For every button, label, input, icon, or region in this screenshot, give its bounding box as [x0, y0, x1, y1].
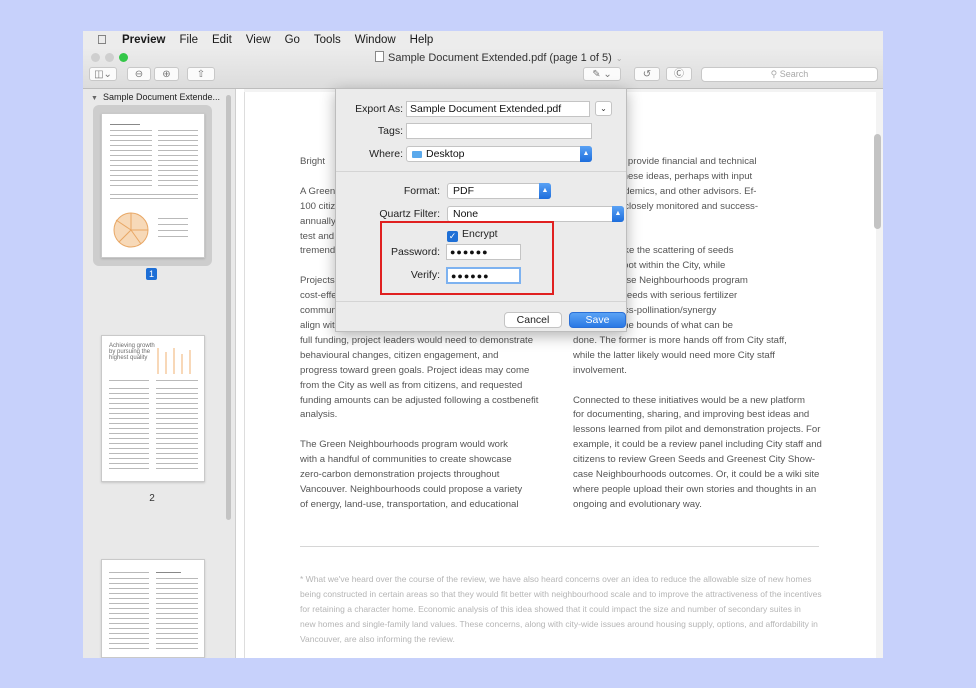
quartz-filter-label: Quartz Filter: [379, 208, 440, 220]
document-scrollbar[interactable] [874, 134, 881, 229]
page-1-thumbnail[interactable] [101, 113, 205, 258]
encrypt-checkbox[interactable]: ✓ Encrypt [447, 228, 498, 242]
zoom-window-button[interactable] [119, 53, 128, 62]
zoom-out-button[interactable]: ⊖ [127, 67, 151, 81]
quartz-filter-value: None [453, 208, 479, 220]
pie-chart-icon [113, 212, 149, 248]
menu-go[interactable]: Go [285, 34, 300, 46]
footnote-text: * What we've heard over the course of th… [300, 574, 822, 644]
bar-chart-icon [157, 348, 191, 374]
sidebar-icon: ◫⌄ [94, 69, 112, 80]
sidebar-scrollbar[interactable] [226, 95, 231, 520]
thumbnail-sidebar: ▼ Sample Document Extende... 1 Achieving… [83, 89, 236, 658]
cancel-button[interactable]: Cancel [504, 312, 562, 328]
disclosure-triangle-icon[interactable]: ▼ [91, 95, 98, 102]
where-popup[interactable]: Desktop ▲ [406, 146, 592, 162]
menu-app-name[interactable]: Preview [122, 34, 165, 46]
window-title: Sample Document Extended.pdf (page 1 of … [375, 51, 623, 64]
password-label: Password: [390, 246, 440, 258]
where-value: Desktop [426, 148, 465, 160]
page-2-thumbnail[interactable]: Achieving growth by pursuing the highest… [101, 335, 205, 482]
pdf-file-icon [375, 51, 384, 62]
sidebar-doc-title[interactable]: ▼ Sample Document Extende... [91, 92, 220, 102]
menu-file[interactable]: File [179, 34, 198, 46]
quartz-filter-popup[interactable]: None ▲ [447, 206, 624, 222]
encrypt-label: Encrypt [462, 228, 498, 240]
window-title-text: Sample Document Extended.pdf (page 1 of … [388, 52, 612, 64]
chevron-down-icon: ⌄ [600, 104, 607, 113]
markup-toolbar-button[interactable]: Ⓒ [666, 67, 692, 81]
verify-field[interactable]: ●●●●●● [446, 267, 521, 284]
thumb2-heading: Achieving growth by pursuing the highest… [109, 343, 155, 361]
export-as-label: Export As: [355, 103, 403, 115]
menu-bar:  Preview File Edit View Go Tools Window… [83, 31, 883, 48]
folder-icon [412, 151, 422, 158]
save-button[interactable]: Save [569, 312, 626, 328]
export-as-field[interactable]: Sample Document Extended.pdf [406, 101, 590, 117]
menu-window[interactable]: Window [355, 34, 396, 46]
share-button[interactable]: ⇧ [187, 67, 215, 81]
sidebar-toggle-button[interactable]: ◫⌄ [89, 67, 117, 81]
apple-icon[interactable]:  [97, 32, 111, 47]
format-value: PDF [453, 185, 474, 197]
zoom-in-button[interactable]: ⊕ [154, 67, 179, 81]
verify-label: Verify: [410, 269, 440, 281]
page-3-thumbnail[interactable] [101, 559, 205, 658]
search-placeholder: Search [779, 69, 809, 79]
format-label: Format: [403, 185, 440, 197]
popup-arrows-icon: ▲ [580, 146, 592, 162]
export-dialog: Export As: Sample Document Extended.pdf … [335, 88, 627, 332]
rotate-button[interactable]: ↺ [634, 67, 660, 81]
chevron-down-icon[interactable]: ⌄ [616, 54, 623, 63]
popup-arrows-icon: ▲ [539, 183, 551, 199]
dialog-divider-bottom [336, 301, 626, 302]
title-bar: Sample Document Extended.pdf (page 1 of … [83, 48, 883, 89]
zoom-in-icon: ⊕ [162, 69, 171, 80]
pen-icon: ✎ ⌄ [592, 69, 612, 80]
tags-field[interactable] [406, 123, 592, 139]
menu-view[interactable]: View [246, 34, 271, 46]
rotate-icon: ↺ [642, 69, 652, 80]
menu-edit[interactable]: Edit [212, 34, 232, 46]
sidebar-doc-name: Sample Document Extende... [102, 92, 220, 102]
dialog-divider [336, 171, 626, 172]
share-icon: ⇧ [196, 69, 206, 80]
page-1-number: 1 [146, 268, 157, 280]
menu-help[interactable]: Help [410, 34, 434, 46]
tags-label: Tags: [377, 125, 403, 137]
zoom-out-icon: ⊖ [134, 69, 144, 80]
page-2-number: 2 [149, 493, 155, 504]
close-window-button[interactable] [91, 53, 100, 62]
search-field[interactable]: ⚲ Search [701, 67, 878, 82]
minimize-window-button[interactable] [105, 53, 114, 62]
expand-dialog-button[interactable]: ⌄ [595, 101, 612, 116]
popup-arrows-icon: ▲ [612, 206, 624, 222]
markup-pen-button[interactable]: ✎ ⌄ [583, 67, 621, 81]
footnote-divider [300, 546, 819, 547]
where-label: Where: [369, 148, 403, 160]
search-icon: ⚲ [770, 69, 778, 79]
menu-tools[interactable]: Tools [314, 34, 341, 46]
format-popup[interactable]: PDF ▲ [447, 183, 551, 199]
password-field[interactable]: ●●●●●● [446, 244, 521, 260]
checkmark-icon: ✓ [447, 231, 458, 242]
markup-icon: Ⓒ [674, 69, 684, 80]
